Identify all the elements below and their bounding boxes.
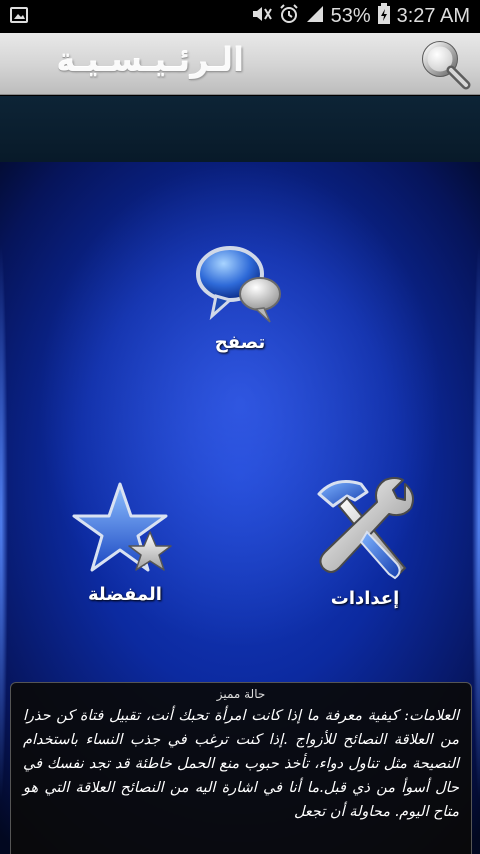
tools-icon: [317, 477, 414, 580]
image-notification-icon: [10, 6, 28, 27]
browse-label: تصفح: [214, 332, 266, 353]
panel-title: حالة مميز: [216, 687, 266, 701]
star-icon: [72, 482, 172, 572]
featured-status-panel[interactable]: حالة مميز العلامات: كيفية معرفة ما إذا ك…: [10, 682, 472, 854]
mute-icon: [251, 5, 273, 29]
favorites-label: المفضلة: [88, 584, 162, 605]
settings-label: إعدادات: [330, 588, 400, 609]
signal-icon: [305, 5, 325, 29]
status-bar: 53% 3:27 AM: [0, 0, 480, 33]
edge-glow: [472, 242, 480, 802]
clock: 3:27 AM: [396, 5, 470, 27]
app-header: الـرئـيـسـيـة: [0, 33, 480, 95]
search-button[interactable]: [418, 38, 474, 90]
browse-tile[interactable]: تصفح: [180, 238, 300, 353]
header-band: [0, 96, 480, 162]
page-title: الـرئـيـسـيـة: [56, 41, 244, 79]
favorites-tile[interactable]: المفضلة: [60, 480, 190, 605]
panel-text: العلامات: كيفية معرفة ما إذا كانت امرأة …: [23, 708, 459, 820]
search-icon: [422, 41, 471, 90]
battery-charging-icon: [377, 2, 391, 31]
edge-glow: [0, 242, 8, 802]
battery-percent: 53%: [330, 5, 371, 27]
alarm-icon: [279, 3, 299, 30]
chat-bubbles-icon: [196, 246, 281, 323]
settings-tile[interactable]: إعدادات: [290, 472, 440, 609]
